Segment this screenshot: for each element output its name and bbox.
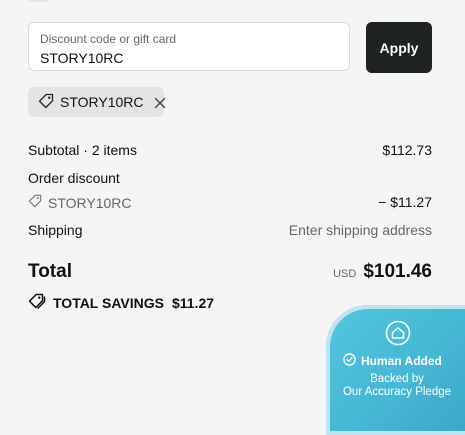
pledge-line-2: Our Accuracy Pledge <box>342 386 452 398</box>
shipping-row: Shipping Enter shipping address <box>28 222 432 240</box>
discount-code-input[interactable]: Discount code or gift card STORY10RC <box>28 22 350 71</box>
order-discount-label: Order discount <box>28 170 120 186</box>
savings-tags-icon <box>28 293 46 312</box>
savings-label: TOTAL SAVINGS <box>53 294 164 311</box>
total-amount: $101.46 <box>363 261 432 282</box>
human-added-label: Human Added <box>361 354 442 368</box>
discount-code-text: STORY10RC <box>48 194 132 211</box>
subtotal-row: Subtotal · 2 items $112.73 <box>28 142 432 160</box>
house-icon <box>385 320 411 346</box>
order-discount-row: Order discount <box>28 170 432 188</box>
subtotal-value: $112.73 <box>382 142 432 158</box>
discount-field-value[interactable]: STORY10RC <box>40 50 124 66</box>
savings-amount: $11.27 <box>171 294 215 311</box>
tag-icon <box>28 194 42 211</box>
check-circle-icon <box>343 353 356 369</box>
discount-code-row: STORY10RC − $11.27 <box>28 194 432 212</box>
apply-button[interactable]: Apply <box>366 22 432 73</box>
top-edge-divider <box>28 0 48 2</box>
pledge-text: Backed by Our Accuracy Pledge <box>326 373 465 399</box>
pledge-line-1: Backed by <box>370 373 424 385</box>
total-label: Total <box>28 261 72 282</box>
discount-field-label: Discount code or gift card <box>40 32 177 46</box>
total-savings: TOTAL SAVINGS $11.27 <box>28 293 214 312</box>
close-icon[interactable] <box>154 96 166 109</box>
shipping-value: Enter shipping address <box>288 222 432 238</box>
subtotal-label: Subtotal · 2 items <box>28 142 137 158</box>
shipping-label: Shipping <box>28 222 83 238</box>
applied-code-chip: STORY10RC <box>28 87 166 117</box>
discount-form: Discount code or gift card STORY10RC App… <box>28 22 432 73</box>
tag-icon <box>38 93 54 112</box>
currency-code: USD <box>333 268 357 280</box>
human-added: Human Added <box>343 353 442 369</box>
accuracy-pledge-badge[interactable]: Human Added Backed by Our Accuracy Pledg… <box>326 305 465 435</box>
total-value-group: USD $101.46 <box>333 261 432 283</box>
applied-code-label: STORY10RC <box>60 94 144 110</box>
total-row: Total USD $101.46 <box>28 261 432 285</box>
discount-value: − $11.27 <box>378 194 432 210</box>
discount-code: STORY10RC <box>28 194 132 211</box>
